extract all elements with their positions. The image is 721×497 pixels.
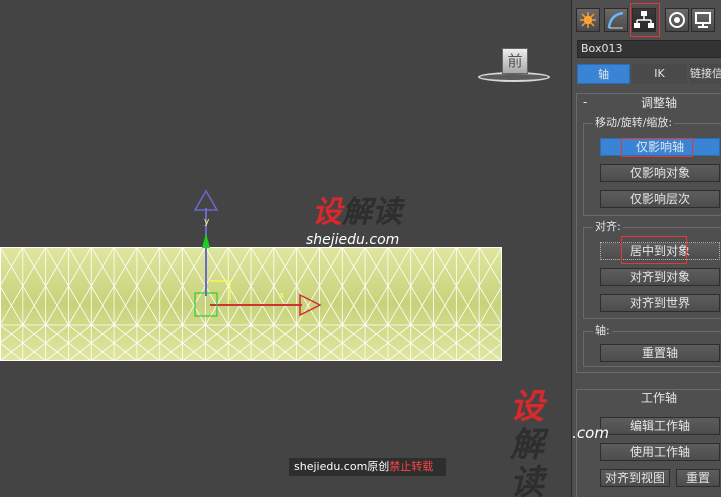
viewcube-front-face[interactable]: 前 (502, 48, 528, 74)
modify-tab[interactable] (604, 8, 628, 32)
y-axis-arrow[interactable] (193, 189, 219, 296)
motion-tab[interactable] (665, 8, 689, 32)
display-tab[interactable] (691, 8, 715, 32)
adjust-pivot-title[interactable]: 调整轴 (641, 95, 677, 111)
adjust-pivot-collapse[interactable]: - (583, 95, 587, 109)
use-working-pivot-button[interactable]: 使用工作轴 (600, 443, 720, 461)
align-to-view-button[interactable]: 对齐到视图 (600, 469, 670, 487)
edit-working-pivot-button[interactable]: 编辑工作轴 (600, 417, 720, 435)
y-axis-label: y (204, 217, 210, 227)
center-to-object-highlight (621, 236, 687, 264)
reset-pivot-button[interactable]: 重置轴 (600, 344, 720, 362)
affect-pivot-only-highlight (621, 138, 693, 157)
pivot-group-label: 轴: (593, 324, 612, 338)
create-tab[interactable] (576, 8, 600, 32)
working-pivot-title[interactable]: 工作轴 (641, 390, 677, 406)
x-axis-arrow[interactable] (210, 293, 322, 317)
tab-pivot[interactable]: 轴 (577, 64, 630, 84)
front-viewport[interactable]: 前 y x 设解读 shejiedu.com 设解读 shejiedu.com原… (0, 0, 571, 497)
hierarchy-tab-highlight (630, 3, 660, 37)
motion-icon (669, 12, 685, 28)
viewcube[interactable]: 前 (478, 44, 550, 84)
tab-link-info[interactable]: 链接信息 (690, 64, 721, 84)
plane-handle[interactable] (210, 280, 231, 300)
credit-banner: shejiedu.com原创禁止转载 (289, 458, 446, 476)
move-rotate-scale-label: 移动/旋转/缩放: (593, 116, 675, 130)
watermark-url-2: shejiedu.com (572, 424, 609, 442)
align-to-world-button[interactable]: 对齐到世界 (600, 294, 720, 312)
watermark-url: shejiedu.com (306, 232, 400, 248)
affect-hierarchy-only-button[interactable]: 仅影响层次 (600, 190, 720, 208)
x-axis-label: x (279, 291, 285, 301)
watermark-logo-2: 设解读 (510, 387, 544, 497)
display-icon (695, 12, 711, 28)
object-name-field[interactable]: Box013 (577, 40, 721, 58)
command-panel: Box013 轴 IK 链接信息 - 调整轴 移动/旋转/缩放: 仅影响轴 仅影… (571, 0, 721, 497)
transform-gizmo[interactable]: y x (180, 188, 330, 323)
align-to-object-button[interactable]: 对齐到对象 (600, 268, 720, 286)
watermark-logo: 设解读 (312, 195, 402, 230)
tab-ik[interactable]: IK (632, 64, 687, 84)
affect-object-only-button[interactable]: 仅影响对象 (600, 164, 720, 182)
create-icon (580, 12, 596, 28)
modify-icon (607, 11, 624, 29)
reset-working-pivot-button[interactable]: 重置 (676, 469, 720, 487)
alignment-label: 对齐: (593, 220, 623, 234)
